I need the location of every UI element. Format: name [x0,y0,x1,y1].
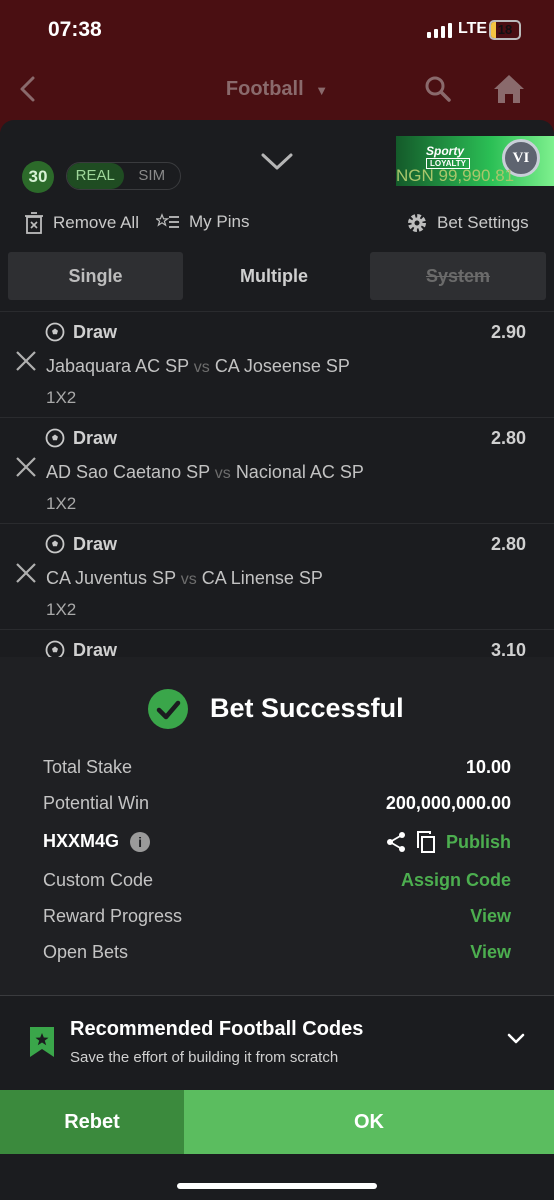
remove-all-label: Remove All [53,213,139,232]
account-balance: NGN 99,990.81 [396,166,515,185]
check-circle-icon [148,689,188,729]
close-icon[interactable] [15,350,37,372]
total-stake-value: 10.00 [465,757,511,777]
close-icon[interactable] [15,562,37,584]
my-pins-label: My Pins [189,212,250,231]
publish-link[interactable]: Publish [446,832,511,853]
bookmark-icon [30,1027,54,1057]
share-icon[interactable] [386,831,406,853]
page-title-text: Football [225,78,304,100]
copy-icon[interactable] [416,831,436,853]
selection-row: Draw 2.90 Jabaquara AC SP vs CA Joseense… [0,311,554,417]
selection-row: Draw 2.80 CA Juventus SP vs CA Linense S… [0,523,554,629]
selection-market: 1X2 [46,494,77,513]
trash-icon [25,212,43,234]
soccer-ball-icon [45,534,65,554]
total-stake-label: Total Stake [43,757,133,777]
bet-settings-button[interactable]: Bet Settings [406,212,529,234]
custom-code-label: Custom Code [43,870,154,890]
real-sim-toggle[interactable]: REAL SIM [66,162,181,190]
away-team: CA Linense SP [201,568,323,588]
assign-code-link[interactable]: Assign Code [401,870,511,891]
ok-button[interactable]: OK [184,1090,554,1154]
selection-pick: Draw [73,322,118,342]
open-bets-row: Open Bets View [43,942,511,963]
open-bets-label: Open Bets [43,942,129,962]
mode-sim[interactable]: SIM [124,163,181,189]
potential-win-label: Potential Win [43,793,150,813]
signal-icon [427,22,452,38]
network-label: LTE [458,20,488,37]
success-title: Bet Successful [210,693,404,723]
selection-odds: 2.80 [490,428,526,448]
vs-label: vs [180,571,197,588]
recommended-codes-title[interactable]: Recommended Football Codes [70,1018,363,1041]
selection-pick: Draw [73,428,118,448]
booking-code-row: HXXM4G i Publish [43,831,511,853]
vs-label: vs [193,359,210,376]
open-bets-view-link[interactable]: View [470,942,511,963]
status-time: 07:38 [48,18,102,41]
home-indicator [177,1183,377,1189]
vs-label: vs [214,465,231,482]
potential-win-value: 200,000,000.00 [385,793,511,813]
chevron-down-icon[interactable] [506,1032,526,1046]
my-pins-button[interactable]: My Pins [156,212,249,232]
bet-type-tabs: Single Multiple System [8,252,546,300]
home-team: CA Juventus SP [46,568,176,588]
reward-progress-row: Reward Progress View [43,906,511,927]
selection-odds: 2.80 [490,534,526,554]
selection-match: Jabaquara AC SP vs CA Joseense SP [46,356,350,377]
home-team: AD Sao Caetano SP [46,462,210,482]
selection-odds: 2.90 [490,322,526,342]
gear-icon [408,214,426,232]
battery-icon: 18 [489,20,521,40]
selection-market: 1X2 [46,600,77,619]
tab-multiple[interactable]: Multiple [188,252,360,300]
caret-down-icon: ▼ [315,83,329,98]
selection-pick: Draw [73,534,118,554]
search-icon[interactable] [424,75,452,103]
battery-level: 18 [497,22,513,37]
soccer-ball-icon [45,428,65,448]
reward-progress-label: Reward Progress [43,906,183,926]
custom-code-row: Custom Code Assign Code [43,870,511,891]
tab-system[interactable]: System [370,252,546,300]
selection-row: Draw 2.80 AD Sao Caetano SP vs Nacional … [0,417,554,523]
bet-settings-label: Bet Settings [437,213,529,232]
selection-market: 1X2 [46,388,77,407]
app-header: 07:38 LTE 18 Football ▼ [0,0,554,132]
remove-all-button[interactable]: Remove All [24,212,139,234]
booking-code: HXXM4G [43,831,120,851]
mode-real[interactable]: REAL [67,163,124,189]
potential-win-row: Potential Win 200,000,000.00 [43,793,511,814]
selection-count-badge: 30 [22,161,54,193]
away-team: Nacional AC SP [235,462,364,482]
total-stake-row: Total Stake 10.00 [43,757,511,778]
info-icon[interactable]: i [130,832,151,853]
tab-single[interactable]: Single [8,252,183,300]
home-icon[interactable] [492,72,526,106]
loyalty-brand: Sporty [426,144,465,158]
selection-match: CA Juventus SP vs CA Linense SP [46,568,323,589]
home-team: Jabaquara AC SP [46,356,189,376]
divider [0,995,554,996]
selection-match: AD Sao Caetano SP vs Nacional AC SP [46,462,364,483]
recommended-codes-subtitle: Save the effort of building it from scra… [70,1049,339,1066]
pin-list-icon [156,213,179,228]
close-icon[interactable] [15,456,37,478]
reward-progress-view-link[interactable]: View [470,906,511,927]
page-title[interactable]: Football ▼ [0,78,554,101]
away-team: CA Joseense SP [214,356,350,376]
soccer-ball-icon [45,322,65,342]
rebet-button[interactable]: Rebet [0,1090,184,1154]
chevron-down-icon[interactable] [259,150,295,174]
